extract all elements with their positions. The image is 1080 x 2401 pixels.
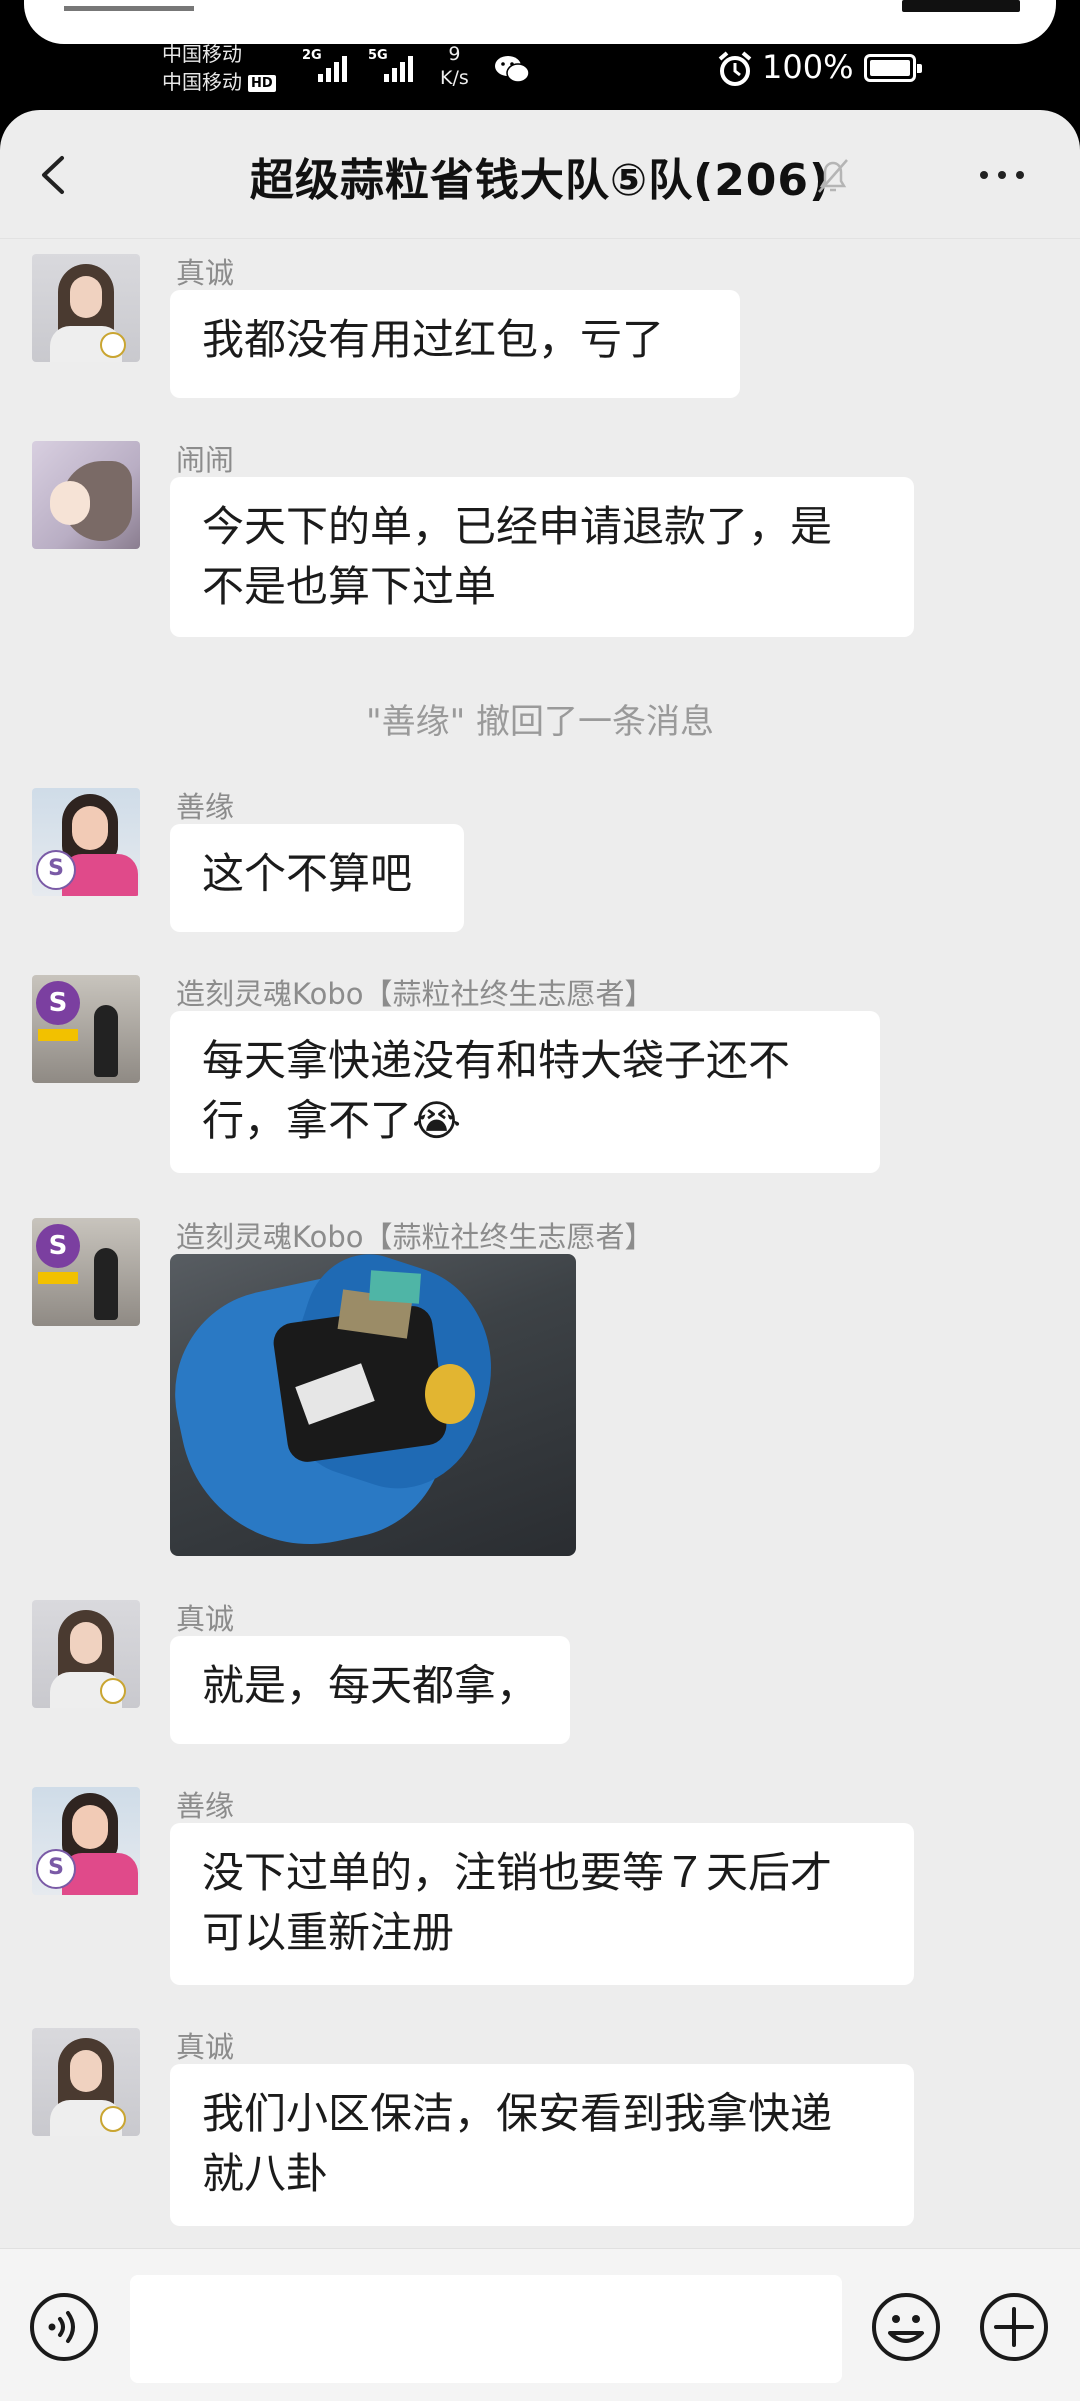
recall-notice: "善缘" 撤回了一条消息 [365,702,715,742]
message-bubble[interactable]: 就是，每天都拿， [170,1636,570,1744]
more-options-icon[interactable] [972,160,1032,190]
message-bubble[interactable]: 没下过单的，注销也要等７天后才 可以重新注册 [170,1823,914,1985]
battery-icon [864,54,922,82]
speed-unit: K/s [440,67,469,89]
speed-value: 9 [448,43,461,65]
avatar[interactable] [32,441,140,549]
status-bar: 中国移动 中国移动 HD 2G 5G 9 K/s 100% [0,40,1080,104]
message-line: 行，拿不了😭 [202,1096,462,1145]
notification-text-fragment [64,0,194,11]
alarm-icon [718,51,752,86]
message-line: 可以重新注册 [202,1908,455,1957]
hd-badge: HD [248,75,276,92]
sender-name: 善缘 [176,1789,235,1823]
avatar[interactable]: S [32,975,140,1083]
avatar[interactable]: S [32,1787,140,1895]
message-bubble[interactable]: 每天拿快递没有和特大袋子还不 行，拿不了😭 [170,1011,880,1173]
emoji-icon[interactable] [870,2291,942,2363]
message-bubble[interactable]: 我都没有用过红包，亏了 [170,290,740,398]
message-bubble[interactable]: 我们小区保洁，保安看到我拿快递 就八卦 [170,2064,914,2226]
input-bar [0,2248,1080,2401]
avatar[interactable] [32,1600,140,1708]
signal-5g-icon: 5G [368,48,413,82]
sender-name: 造刻灵魂Kobo【蒜粒社终生志愿者】 [176,1220,654,1254]
message-line: 今天下的单，已经申请退款了，是 [202,502,833,551]
network-speed: 9 K/s [440,42,469,90]
message-line: 就八卦 [202,2149,329,2198]
sender-name: 真诚 [176,2030,235,2064]
mute-bell-icon [818,159,848,193]
carrier-1: 中国移动 [162,42,242,66]
message-bubble[interactable]: 今天下的单，已经申请退款了，是 不是也算下过单 [170,477,914,637]
carrier-2: 中国移动 HD [162,70,276,94]
avatar[interactable]: S [32,1218,140,1326]
message-bubble[interactable]: 这个不算吧 [170,824,464,932]
wechat-icon [495,56,530,83]
chat-header: 超级蒜粒省钱大队⑤队(206) [0,110,1080,239]
message-line: 每天拿快递没有和特大袋子还不 [202,1036,791,1085]
net-label-2: 5G [368,48,388,63]
avatar[interactable] [32,254,140,362]
sender-name: 真诚 [176,256,235,290]
net-label-1: 2G [302,48,322,63]
sender-name: 闹闹 [176,443,235,477]
message-line: 没下过单的，注销也要等７天后才 [202,1848,833,1897]
more-actions-plus-icon[interactable] [978,2291,1050,2363]
avatar[interactable]: S [32,788,140,896]
chat-panel: 超级蒜粒省钱大队⑤队(206) 真诚 我都没有用过红包，亏了 闹闹 今天下的单，… [0,110,1080,2400]
message-line: 不是也算下过单 [202,562,497,611]
notification-thumbnail [902,0,1020,12]
battery-percent: 100% [762,48,854,86]
sender-name: 造刻灵魂Kobo【蒜粒社终生志愿者】 [176,977,654,1011]
signal-2g-icon: 2G [302,48,347,82]
voice-input-icon[interactable] [28,2291,100,2363]
sender-name: 善缘 [176,790,235,824]
chat-title: 超级蒜粒省钱大队⑤队(206) [249,155,831,206]
image-message[interactable] [170,1254,576,1556]
avatar[interactable] [32,2028,140,2136]
notification-banner[interactable] [24,0,1056,44]
sender-name: 真诚 [176,1602,235,1636]
message-input[interactable] [130,2275,842,2383]
carrier-2-label: 中国移动 [162,70,242,94]
message-line: 我们小区保洁，保安看到我拿快递 [202,2089,833,2138]
